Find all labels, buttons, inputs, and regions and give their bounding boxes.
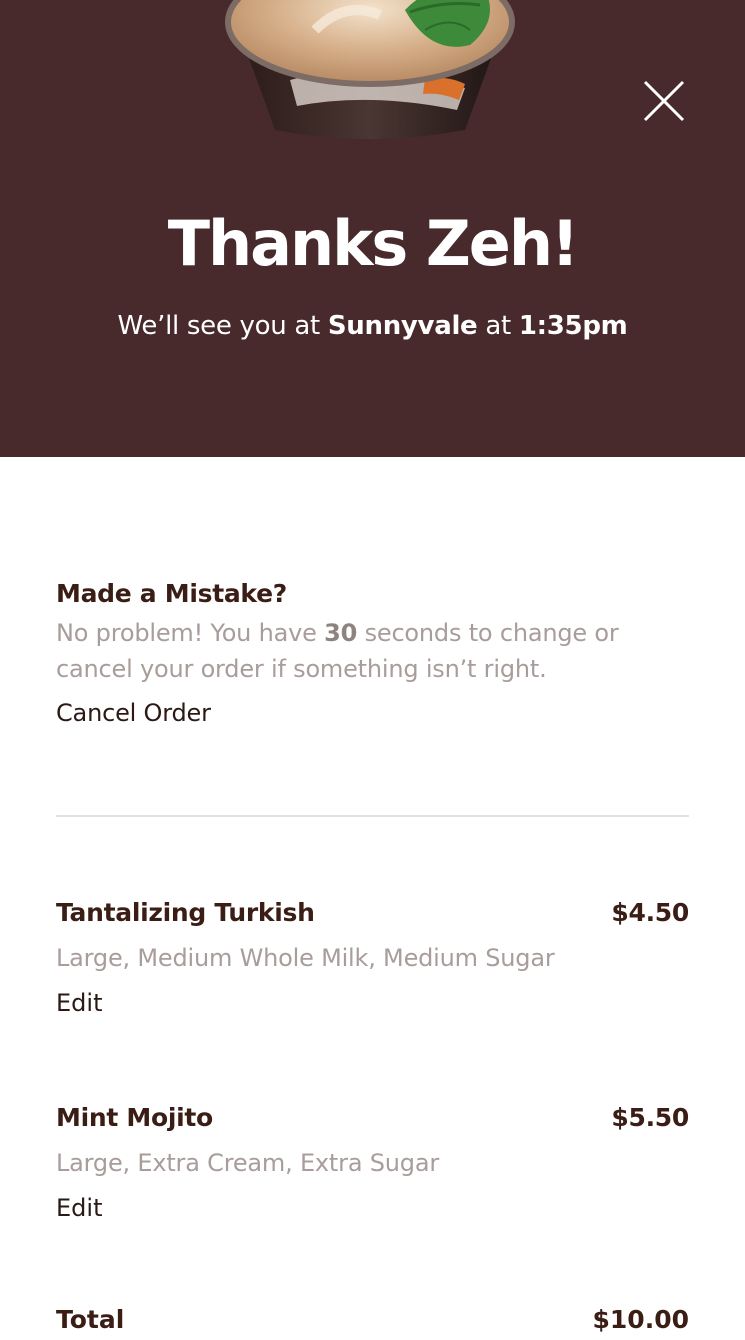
pickup-info: We’ll see you at Sunnyvale at 1:35pm — [0, 306, 745, 346]
coffee-cup-image — [225, 0, 515, 139]
item-price: $4.50 — [611, 898, 689, 927]
mistake-section: Made a Mistake? No problem! You have 30 … — [56, 574, 696, 733]
pickup-location: Sunnyvale — [327, 311, 478, 341]
pickup-prefix: We’ll see you at — [117, 311, 328, 341]
mistake-text-prefix: No problem! You have — [56, 619, 325, 647]
mistake-message: No problem! You have 30 seconds to chang… — [56, 615, 696, 687]
item-name: Tantalizing Turkish — [56, 898, 315, 927]
edit-item-button[interactable]: Edit — [56, 983, 102, 1023]
mistake-heading: Made a Mistake? — [56, 579, 287, 608]
close-button[interactable] — [639, 76, 689, 126]
total-value: $10.00 — [592, 1305, 689, 1334]
order-total: Total $10.00 — [56, 1300, 689, 1340]
total-label: Total — [56, 1305, 125, 1334]
section-divider — [56, 815, 689, 817]
pickup-mid: at — [477, 311, 519, 341]
confirmation-header: Thanks Zeh! We’ll see you at Sunnyvale a… — [0, 0, 745, 457]
order-item: Mint Mojito $5.50 Large, Extra Cream, Ex… — [56, 1098, 689, 1228]
edit-item-button[interactable]: Edit — [56, 1188, 102, 1228]
item-options: Large, Extra Cream, Extra Sugar — [56, 1149, 440, 1177]
close-icon — [643, 80, 685, 122]
item-price: $5.50 — [611, 1103, 689, 1132]
page-title: Thanks Zeh! — [167, 207, 580, 280]
cancel-order-button[interactable]: Cancel Order — [56, 693, 211, 733]
order-item: Tantalizing Turkish $4.50 Large, Medium … — [56, 893, 689, 1023]
pickup-time: 1:35pm — [518, 311, 628, 341]
item-options: Large, Medium Whole Milk, Medium Sugar — [56, 944, 555, 972]
item-name: Mint Mojito — [56, 1103, 213, 1132]
mistake-seconds: 30 — [324, 619, 358, 647]
